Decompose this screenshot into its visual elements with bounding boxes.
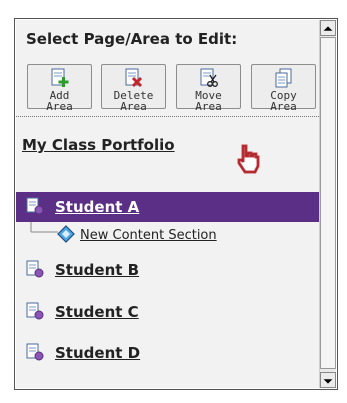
tree-item-student-b[interactable]: Student B [55,261,139,279]
add-area-button[interactable]: Add Area [27,64,92,113]
tree-item-student-d[interactable]: Student D [55,344,140,362]
page-icon [26,197,44,215]
page-area-panel: Select Page/Area to Edit: Add Area Delet… [16,20,319,388]
delete-area-line2: Area [120,100,147,113]
move-area-line2: Area [195,100,222,113]
panel-title: Select Page/Area to Edit: [26,30,238,48]
delete-area-button[interactable]: Delete Area [101,64,166,113]
scroll-up-button[interactable] [320,20,336,36]
copy-area-line2: Area [270,100,297,113]
scroll-down-button[interactable] [320,372,336,388]
add-area-icon [51,68,68,87]
area-toolbar: Add Area Delete Area Move Area Copy Area [16,58,319,117]
move-area-icon [200,68,218,87]
move-area-button[interactable]: Move Area [176,64,241,113]
tree-item-student-c[interactable]: Student C [55,303,139,321]
content-section-icon [57,225,75,243]
arrow-up-icon [323,26,333,31]
scroll-thumb[interactable] [320,37,336,369]
copy-area-icon [275,68,291,88]
tree-item-new-content-section[interactable]: New Content Section [80,228,217,243]
tree-item-student-a[interactable]: Student A [55,198,139,216]
page-icon [26,302,44,320]
copy-area-button[interactable]: Copy Area [251,64,316,113]
page-icon [26,343,44,361]
vertical-scrollbar[interactable] [319,20,336,388]
tree-connector-line [30,222,58,233]
hand-cursor-icon [237,144,260,174]
tree-root-my-class-portfolio[interactable]: My Class Portfolio [22,136,175,154]
add-area-line2: Area [46,100,73,113]
delete-area-icon [125,68,142,88]
page-icon [26,260,44,278]
page-area-panel-frame: Select Page/Area to Edit: Add Area Delet… [14,18,338,390]
arrow-down-icon [323,379,333,384]
